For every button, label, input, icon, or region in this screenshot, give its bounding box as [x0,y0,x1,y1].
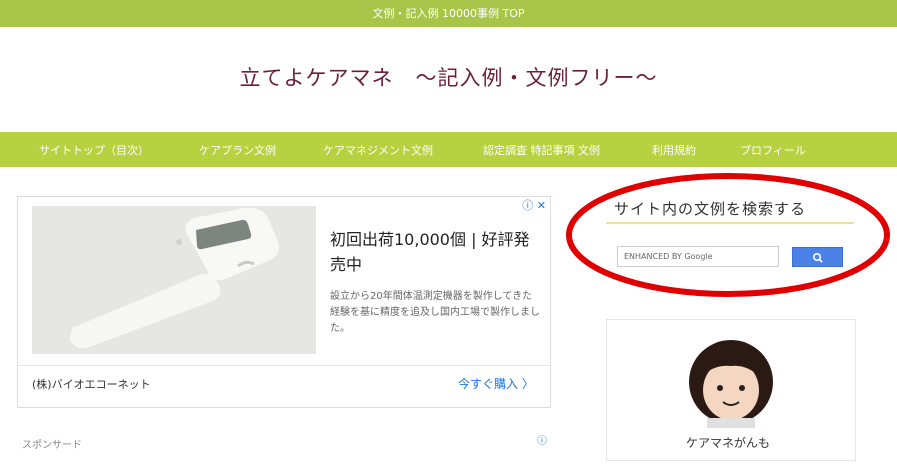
highlight-circle [566,173,890,297]
search-icon [812,253,823,263]
search-widget-title: サイト内の文例を検索する [614,200,807,218]
title-underline [606,222,854,224]
search-button[interactable] [792,247,843,267]
info-icon[interactable]: ⓘ [537,432,547,447]
top-bar[interactable]: 文例・記入例 10000事例 TOP [0,0,897,27]
ad-card[interactable]: ⓘ ✕ 初回出荷10,000個 | 好評発売中 設立から20年間体温測定機器を製… [17,196,551,408]
ad-divider [18,365,550,366]
thermometer-image [32,206,316,354]
ad-headline[interactable]: 初回出荷10,000個 | 好評発売中 [330,227,540,277]
ad-description: 設立から20年間体温測定機器を製作してきた経験を基に精度を追及し国内工場で製作し… [330,291,540,334]
search-placeholder: ENHANCED BY Google [624,252,713,261]
nav-item-care-plan[interactable]: ケアプラン文例 [199,132,276,167]
adchoices-icon[interactable]: ⓘ ✕ [522,197,546,213]
ad-buy-button[interactable]: 今すぐ購入 〉 [458,375,534,392]
nav-item-terms[interactable]: 利用規約 [652,132,696,167]
ad-image[interactable] [32,206,316,354]
site-title[interactable]: 立てよケアマネ ～記入例・文例フリー～ [0,62,897,92]
nav-item-profile[interactable]: プロフィール [740,132,806,167]
next-ad-label: スポンサード [22,440,82,451]
top-bar-link[interactable]: 文例・記入例 10000事例 TOP [373,7,525,20]
search-input[interactable]: ENHANCED BY Google [617,246,779,267]
main-nav: サイトトップ（目次） ケアプラン文例 ケアマネジメント文例 認定調査 特記事項 … [0,132,897,167]
nav-item-site-top[interactable]: サイトトップ（目次） [39,132,149,167]
nav-item-certification[interactable]: 認定調査 特記事項 文例 [483,132,600,167]
ad-advertiser[interactable]: (株)バイオエコーネット [32,376,151,392]
nav-item-care-management[interactable]: ケアマネジメント文例 [323,132,433,167]
